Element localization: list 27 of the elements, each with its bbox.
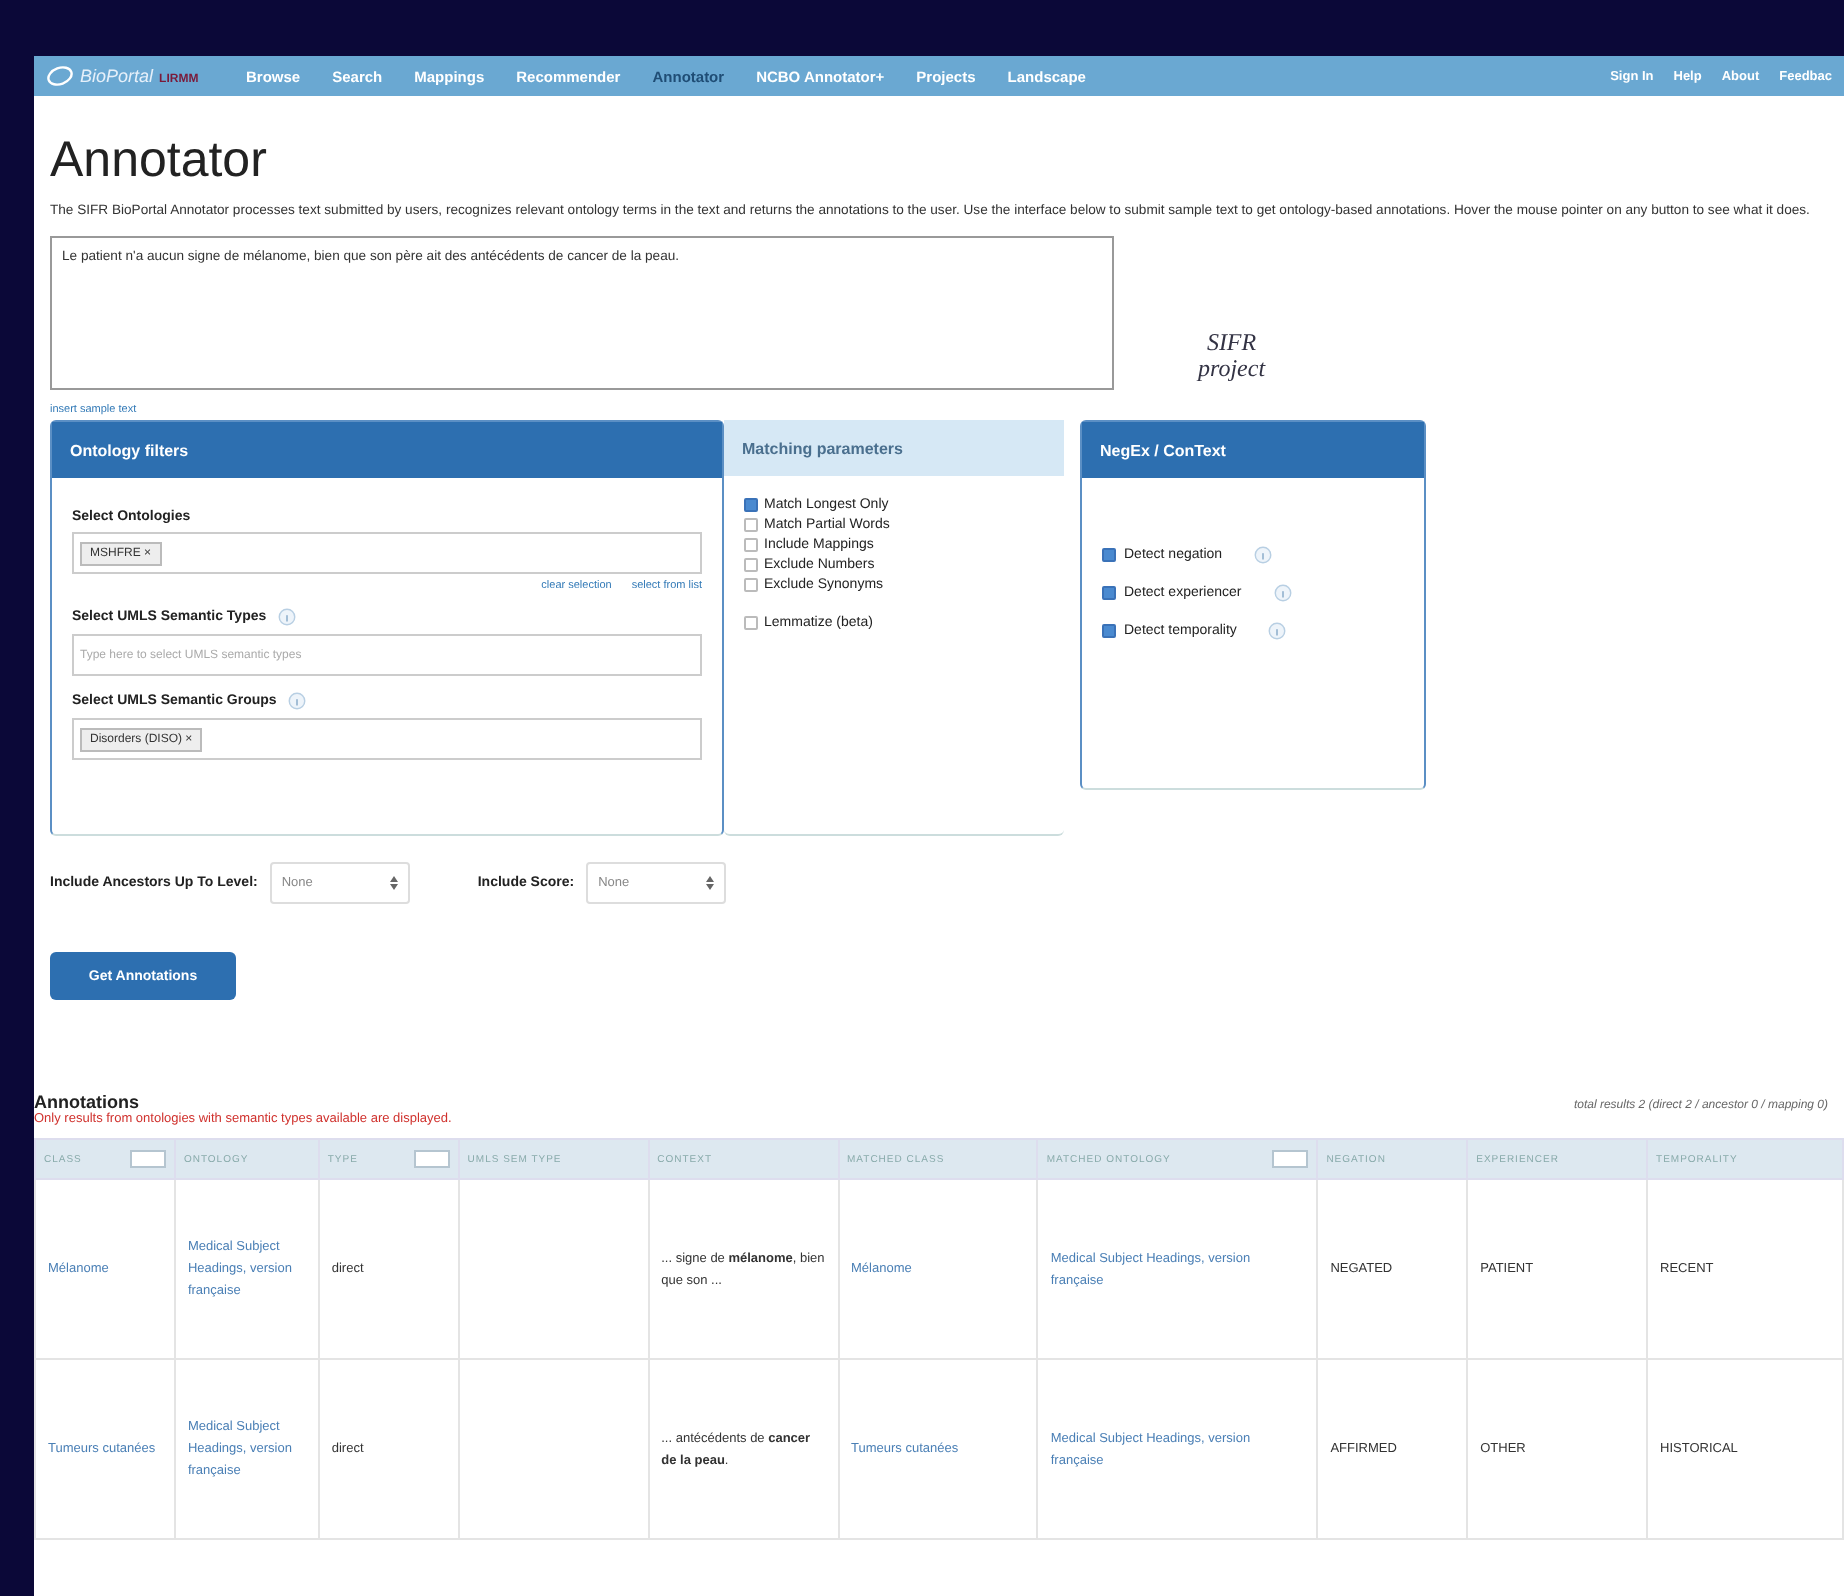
- results-title: Annotations: [34, 1092, 139, 1112]
- checkbox[interactable]: [744, 616, 758, 630]
- panel-header: Matching parameters: [724, 420, 1064, 476]
- info-icon[interactable]: [288, 692, 307, 710]
- info-icon[interactable]: [1273, 584, 1292, 602]
- logo-text[interactable]: BioPortal: [80, 66, 154, 86]
- info-icon[interactable]: [1268, 622, 1287, 640]
- panel-header: Ontology filters: [52, 422, 722, 478]
- project-logo: SIFR project: [1198, 330, 1266, 382]
- page-title: Annotator: [50, 132, 269, 190]
- info-icon[interactable]: [278, 608, 297, 626]
- checkbox[interactable]: [744, 498, 758, 512]
- caret-icon: [389, 876, 398, 890]
- column-filter[interactable]: [413, 1150, 450, 1168]
- checkbox[interactable]: [744, 518, 758, 532]
- column-filter[interactable]: [129, 1150, 166, 1168]
- checkbox[interactable]: [1102, 624, 1116, 638]
- checkbox[interactable]: [1102, 548, 1116, 562]
- info-icon[interactable]: [1254, 546, 1273, 564]
- column-filter[interactable]: [1272, 1150, 1309, 1168]
- checkbox[interactable]: [1102, 586, 1116, 600]
- caret-icon: [706, 876, 715, 890]
- logo-icon: [46, 66, 74, 86]
- checkbox[interactable]: [744, 538, 758, 552]
- checkbox[interactable]: [744, 558, 758, 572]
- checkbox[interactable]: [744, 578, 758, 592]
- panel-header: NegEx / ConText: [1082, 422, 1424, 478]
